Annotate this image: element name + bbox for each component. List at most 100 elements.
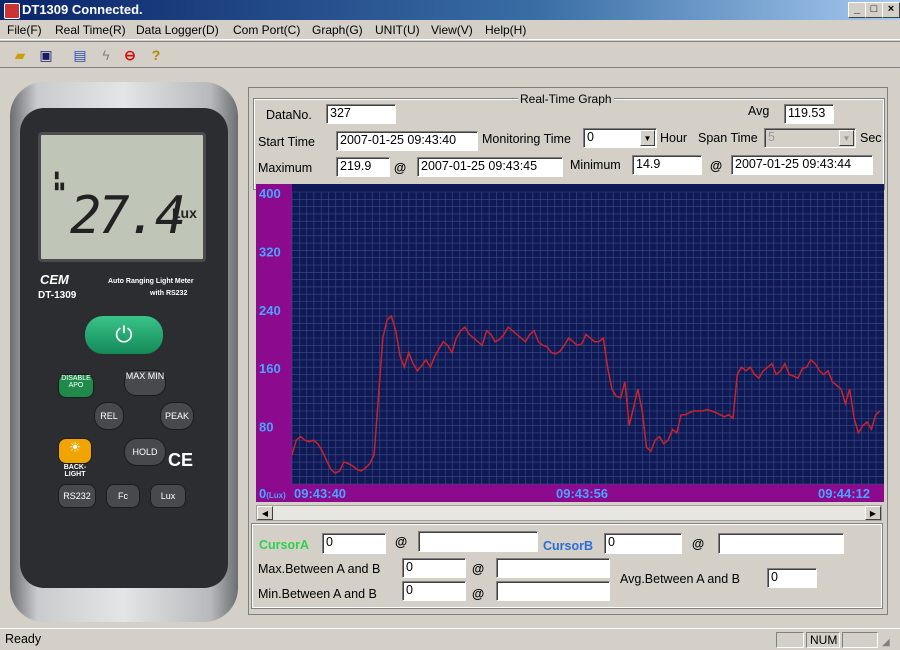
scroll-left-icon[interactable]: ◀	[257, 506, 273, 520]
title-bar: DT1309 Connected. _ □ ×	[0, 0, 900, 20]
dropdown-arrow-icon[interactable]: ▼	[839, 130, 854, 146]
cursor-a-time-field[interactable]	[418, 531, 538, 552]
cursor-a-label: CursorA	[259, 538, 310, 552]
lcd-bargraph: ▮ ▮▮	[54, 170, 66, 192]
datano-label: DataNo.	[266, 108, 312, 122]
y-tick-label: 400	[259, 186, 281, 201]
rel-button: REL	[94, 402, 124, 430]
at-symbol: @	[692, 537, 705, 551]
status-pane	[842, 632, 878, 648]
maximize-button[interactable]: □	[865, 2, 883, 18]
hold-button: HOLD	[124, 438, 166, 466]
maximum-field[interactable]: 219.9	[336, 157, 390, 177]
cursor-a-field[interactable]: 0	[322, 533, 386, 554]
monitoring-time-label: Monitoring Time	[482, 132, 571, 146]
monitoring-time-value: 0	[587, 130, 594, 144]
save-icon[interactable]: ▣	[36, 46, 56, 64]
chart-scrollbar[interactable]: ◀ ▶	[256, 505, 882, 521]
cursor-b-field[interactable]: 0	[604, 533, 682, 554]
meter-description2: with RS232	[150, 290, 188, 297]
resize-grip-icon[interactable]: ◢	[882, 637, 890, 648]
at-symbol: @	[472, 562, 485, 576]
avg-field[interactable]: 119.53	[784, 104, 834, 124]
cursor-b-label: CursorB	[543, 539, 594, 553]
y-tick-label: 320	[259, 244, 281, 259]
max-min-button: MAX MIN	[124, 370, 166, 396]
x-tick-label: 09:43:40	[294, 486, 346, 501]
maximum-label: Maximum	[258, 161, 313, 175]
hour-label: Hour	[660, 131, 688, 145]
maximum-time-field[interactable]: 2007-01-25 09:43:45	[417, 157, 563, 177]
max-between-field[interactable]: 0	[402, 558, 466, 578]
dropdown-arrow-icon[interactable]: ▼	[640, 130, 655, 146]
close-button[interactable]: ×	[882, 2, 900, 18]
max-between-time-field[interactable]	[496, 558, 610, 578]
sun-icon: ☀	[58, 438, 92, 464]
x-tick-label: 09:43:56	[556, 486, 608, 501]
disable-apo-button: DISABLE APO	[58, 374, 94, 398]
sec-label: Sec	[860, 131, 882, 145]
cursor-b-time-field[interactable]	[718, 533, 844, 554]
menu-unit[interactable]: UNIT(U)	[375, 23, 420, 37]
lux-button: Lux	[150, 484, 186, 508]
at-symbol: @	[710, 159, 723, 173]
start-time-field[interactable]: 2007-01-25 09:43:40	[336, 131, 478, 151]
avg-between-label: Avg.Between A and B	[620, 572, 741, 586]
datano-field[interactable]: 327	[326, 104, 396, 124]
minimum-field[interactable]: 14.9	[632, 155, 702, 175]
avg-label: Avg	[748, 104, 770, 118]
min-between-field[interactable]: 0	[402, 581, 466, 601]
span-time-select[interactable]: 5 ▼	[764, 128, 856, 148]
lcd-reading: 27.4	[70, 186, 186, 246]
window-title: DT1309 Connected.	[22, 2, 143, 17]
stop-icon[interactable]: ⊖	[120, 46, 140, 64]
backlight-label: BACK-LIGHT	[63, 464, 87, 478]
min-between-time-field[interactable]	[496, 581, 610, 601]
menu-view[interactable]: View(V)	[431, 23, 473, 37]
window-icon[interactable]: ▤	[70, 46, 90, 64]
y-axis-band	[256, 184, 292, 502]
menu-com-port[interactable]: Com Port(C)	[233, 23, 300, 37]
connect-icon[interactable]: ϟ	[96, 46, 116, 64]
open-folder-icon[interactable]: ▰	[10, 46, 30, 64]
avg-between-field[interactable]: 0	[767, 568, 817, 588]
realtime-graph-title: Real-Time Graph	[518, 92, 614, 106]
menu-data-logger[interactable]: Data Logger(D)	[136, 23, 219, 37]
span-time-value: 5	[768, 130, 775, 144]
app-icon	[4, 3, 20, 19]
lcd-unit: Lux	[172, 205, 197, 221]
status-bar: Ready NUM ◢	[0, 628, 900, 650]
minimum-time-field[interactable]: 2007-01-25 09:43:44	[731, 155, 873, 175]
menu-help[interactable]: Help(H)	[485, 23, 526, 37]
help-icon[interactable]: ?	[146, 46, 166, 64]
max-between-label: Max.Between A and B	[258, 562, 381, 576]
y-tick-label: 160	[259, 361, 281, 376]
y-tick-label: 80	[259, 420, 273, 435]
start-time-label: Start Time	[258, 135, 315, 149]
x-tick-label: 09:44:12	[818, 486, 870, 501]
rs232-button: RS232	[58, 484, 96, 508]
at-symbol: @	[472, 587, 485, 601]
realtime-chart[interactable]: 400320240160800(Lux) 09:43:40 09:43:56 09:4…	[256, 184, 884, 502]
scroll-right-icon[interactable]: ▶	[865, 506, 881, 520]
menu-real-time[interactable]: Real Time(R)	[55, 23, 126, 37]
minimize-button[interactable]: _	[848, 2, 866, 18]
power-button: ⏻	[85, 316, 163, 354]
at-symbol: @	[394, 161, 407, 175]
num-indicator: NUM	[806, 632, 840, 648]
ce-mark: CE	[168, 450, 194, 470]
y-tick-label: 240	[259, 303, 281, 318]
toolbar: ▰ ▣ ▤ ϟ ⊖ ?	[0, 41, 900, 68]
monitoring-time-select[interactable]: 0 ▼	[583, 128, 657, 148]
menu-file[interactable]: File(F)	[7, 23, 42, 37]
at-symbol: @	[395, 535, 408, 549]
menu-bar: File(F) Real Time(R) Data Logger(D) Com …	[0, 20, 900, 40]
minimum-label: Minimum	[570, 158, 621, 172]
menu-graph[interactable]: Graph(G)	[312, 23, 363, 37]
fc-button: Fc	[106, 484, 140, 508]
meter-brand: CEM	[40, 272, 69, 287]
span-time-label: Span Time	[698, 131, 758, 145]
peak-button: PEAK	[160, 402, 194, 430]
min-between-label: Min.Between A and B	[258, 587, 377, 601]
status-pane	[776, 632, 804, 648]
